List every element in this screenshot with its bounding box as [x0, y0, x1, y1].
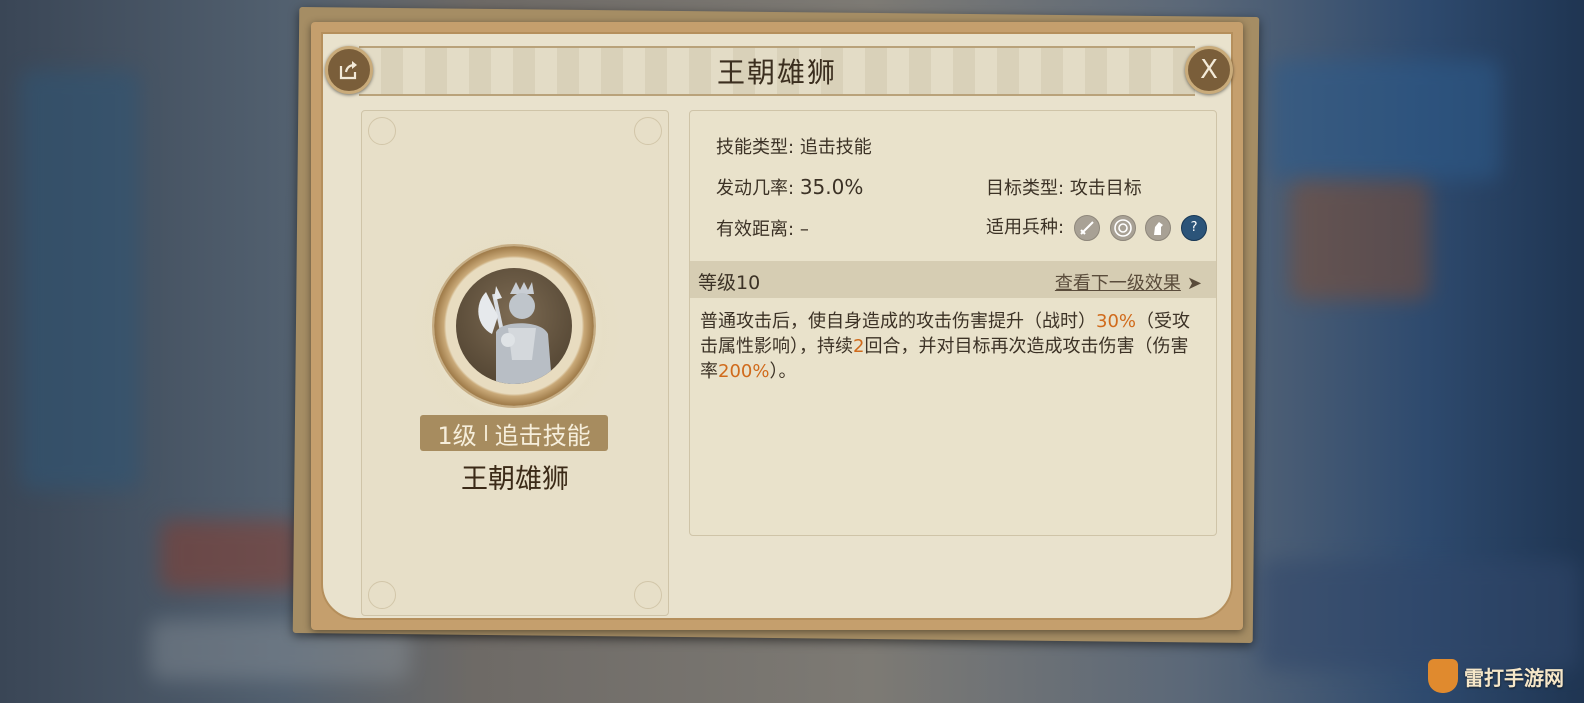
- trigger-rate-label: 发动几率:: [716, 178, 795, 199]
- rabbit-logo-icon: [1428, 659, 1458, 693]
- skill-info-panel: 技能类型: 追击技能 发动几率: 35.0% 目标类型: 攻击目标 有效距离: …: [689, 110, 1217, 536]
- question-icon[interactable]: ?: [1181, 215, 1208, 241]
- target-type-label: 目标类型:: [986, 178, 1065, 199]
- desc-text: ）。: [769, 361, 797, 382]
- close-button[interactable]: X: [1185, 46, 1233, 94]
- desc-highlight: 200%: [718, 361, 770, 382]
- dialog-title: 王朝雄狮: [716, 56, 837, 89]
- desc-highlight: 2: [853, 336, 865, 357]
- separator: [484, 425, 487, 441]
- background-blur: [20, 70, 140, 490]
- range-label: 有效距离:: [716, 219, 795, 240]
- close-icon: X: [1200, 55, 1218, 85]
- share-icon: [339, 61, 357, 80]
- skill-level: 1级: [437, 421, 477, 450]
- target-icon[interactable]: [1109, 215, 1136, 241]
- horse-icon[interactable]: [1145, 215, 1172, 241]
- site-watermark: 雷打手游网: [1428, 659, 1564, 693]
- title-bar: 王朝雄狮: [359, 46, 1195, 96]
- sword-icon[interactable]: [1073, 215, 1100, 241]
- skill-level-tag: 1级 追击技能: [420, 415, 608, 451]
- arrow-right-icon: ➤: [1186, 273, 1202, 294]
- skill-type-value: 追击技能: [799, 137, 872, 158]
- background-blur: [1270, 60, 1500, 180]
- skill-type-label: 技能类型:: [716, 137, 795, 158]
- armored-warrior-icon: [478, 282, 552, 384]
- range-value: –: [799, 219, 809, 240]
- skill-type: 追击技能: [494, 421, 591, 450]
- watermark-text: 雷打手游网: [1464, 665, 1564, 690]
- troop-types-label: 适用兵种:: [986, 217, 1065, 238]
- target-type-value: 攻击目标: [1069, 178, 1142, 199]
- corner-ornament: [368, 581, 396, 609]
- skill-icon: [456, 268, 572, 384]
- desc-highlight: 30%: [1096, 311, 1137, 332]
- skill-icon-frame: [434, 246, 594, 406]
- corner-ornament: [634, 117, 662, 145]
- troop-types-row: 适用兵种: ?: [986, 213, 1208, 241]
- corner-ornament: [634, 581, 662, 609]
- skill-name: 王朝雄狮: [461, 464, 569, 495]
- share-button[interactable]: [325, 46, 373, 94]
- skill-type-row: 技能类型: 追击技能: [716, 133, 872, 159]
- corner-ornament: [368, 117, 396, 145]
- trigger-rate-row: 发动几率: 35.0%: [716, 174, 863, 200]
- dialog-body: 王朝雄狮 X 1级 追击技能 王朝雄狮 技能类型: 追击技能 发动几率: 35.…: [321, 32, 1233, 620]
- skill-portrait-panel: 1级 追击技能 王朝雄狮: [361, 110, 669, 616]
- trigger-rate-value: 35.0%: [799, 175, 864, 199]
- next-level-link-text: 查看下一级效果: [1054, 273, 1181, 294]
- target-type-row: 目标类型: 攻击目标: [986, 174, 1142, 200]
- skill-description: 普通攻击后，使自身造成的攻击伤害提升（战时）30%（受攻击属性影响），持续2回合…: [700, 309, 1206, 384]
- range-row: 有效距离: –: [716, 215, 809, 241]
- desc-text: 普通攻击后，使自身造成的攻击伤害提升（战时）: [700, 311, 1096, 332]
- skill-dialog: 王朝雄狮 X 1级 追击技能 王朝雄狮 技能类型: 追击技能 发动几率: 35.…: [311, 22, 1243, 630]
- skill-level-label: 等级10: [698, 272, 761, 294]
- background-blur: [1260, 560, 1580, 670]
- next-level-link[interactable]: 查看下一级效果 ➤: [1055, 269, 1202, 295]
- background-blur: [1290, 180, 1430, 300]
- level-bar: 等级10 查看下一级效果 ➤: [690, 261, 1216, 298]
- background-blur: [160, 520, 300, 590]
